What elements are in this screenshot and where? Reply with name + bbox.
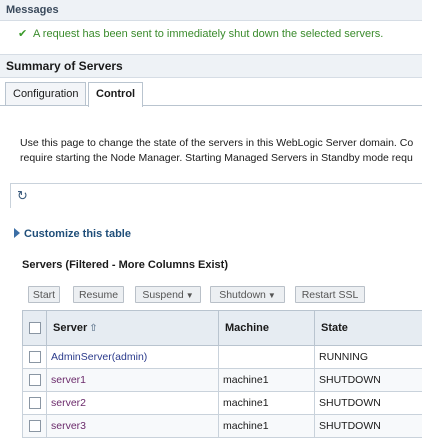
refresh-area (10, 183, 422, 208)
state-cell: SHUTDOWN (314, 414, 422, 438)
restart-ssl-button[interactable]: Restart SSL (295, 286, 365, 303)
tab-configuration[interactable]: Configuration (5, 82, 87, 105)
column-header-state[interactable]: State (314, 310, 422, 346)
messages-title: Messages (6, 4, 59, 16)
expand-triangle-icon (14, 228, 20, 238)
machine-cell (218, 345, 315, 369)
shutdown-button[interactable]: Shutdown ▼ (210, 286, 285, 303)
server-link[interactable]: server1 (51, 374, 86, 386)
success-message-text: A request has been sent to immediately s… (33, 28, 384, 40)
row-checkbox[interactable] (29, 351, 41, 364)
server-link[interactable]: AdminServer(admin) (51, 351, 147, 363)
column-header-machine[interactable]: Machine (218, 310, 315, 346)
description-line-1: Use this page to change the state of the… (20, 137, 414, 149)
servers-table: Server ⇧ Machine State AdminServer(admin)… (22, 310, 422, 438)
success-message: ✔ A request has been sent to immediately … (18, 27, 383, 40)
row-checkbox[interactable] (29, 397, 41, 410)
suspend-button[interactable]: Suspend ▼ (135, 286, 201, 303)
column-header-server[interactable]: Server ⇧ (46, 310, 219, 346)
state-cell: RUNNING (314, 345, 422, 369)
table-row: server3 machine1 SHUTDOWN (22, 414, 422, 438)
chevron-down-icon: ▼ (185, 291, 194, 300)
sort-ascending-icon[interactable]: ⇧ (89, 323, 97, 334)
refresh-icon[interactable]: ↻ (17, 189, 31, 203)
row-checkbox[interactable] (29, 420, 41, 433)
select-all-cell[interactable] (22, 310, 47, 346)
select-all-checkbox[interactable] (29, 322, 41, 335)
row-checkbox[interactable] (29, 374, 41, 387)
machine-cell: machine1 (218, 391, 315, 415)
customize-label: Customize this table (24, 228, 131, 240)
checkmark-icon: ✔ (18, 28, 28, 40)
page-description: Use this page to change the state of the… (20, 136, 422, 166)
table-header-row: Server ⇧ Machine State (22, 310, 422, 346)
column-header-server-label: Server (53, 322, 88, 334)
server-link[interactable]: server3 (51, 420, 86, 432)
state-cell: SHUTDOWN (314, 368, 422, 392)
suspend-label: Suspend (142, 289, 184, 301)
customize-table-link[interactable]: Customize this table (14, 228, 131, 240)
messages-header (0, 0, 422, 21)
resume-button[interactable]: Resume (73, 286, 124, 303)
description-line-2: require starting the Node Manager. Start… (20, 152, 413, 164)
table-row: AdminServer(admin) RUNNING (22, 345, 422, 369)
server-link[interactable]: server2 (51, 397, 86, 409)
shutdown-label: Shutdown (219, 289, 266, 301)
table-row: server2 machine1 SHUTDOWN (22, 391, 422, 415)
tab-control[interactable]: Control (88, 82, 144, 107)
table-row: server1 machine1 SHUTDOWN (22, 368, 422, 392)
machine-cell: machine1 (218, 414, 315, 438)
chevron-down-icon: ▼ (267, 291, 276, 300)
tab-divider (0, 105, 422, 106)
machine-cell: machine1 (218, 368, 315, 392)
table-caption: Servers (Filtered - More Columns Exist) (22, 259, 228, 271)
start-button[interactable]: Start (28, 286, 60, 303)
page-title: Summary of Servers (6, 59, 123, 73)
state-cell: SHUTDOWN (314, 391, 422, 415)
